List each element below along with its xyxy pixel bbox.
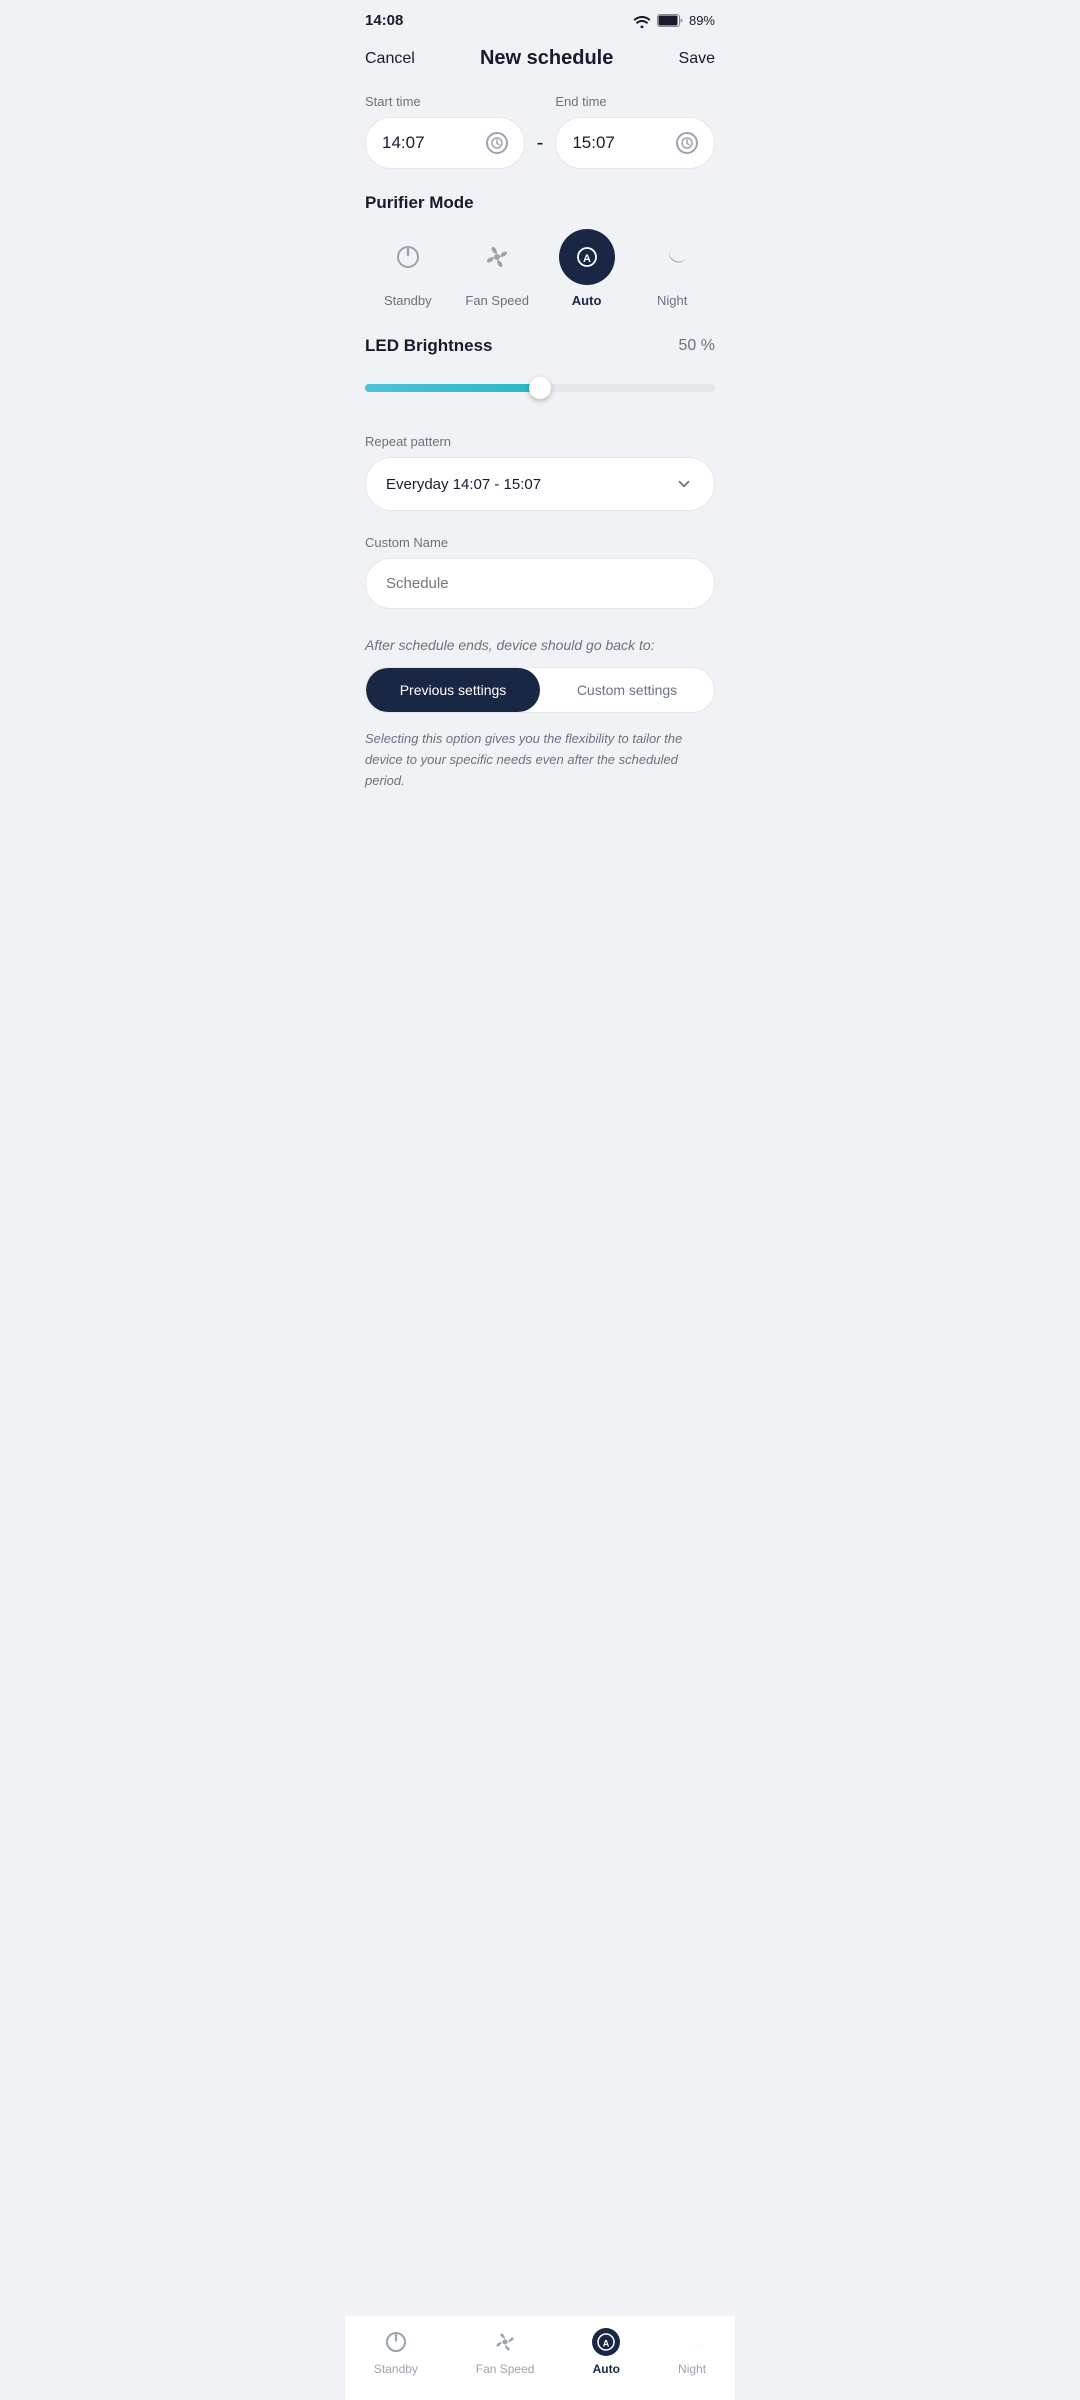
nav-standby[interactable]: Standby (374, 2328, 418, 2376)
mode-standby[interactable]: Standby (380, 229, 436, 308)
app-header: Cancel New schedule Save (345, 37, 735, 86)
brightness-value: 50 % (679, 337, 715, 355)
battery-icon (657, 14, 683, 27)
start-time-clock-icon (486, 132, 508, 154)
custom-name-input[interactable] (365, 558, 715, 609)
end-time-clock-icon (676, 132, 698, 154)
svg-text:A: A (603, 2339, 610, 2349)
end-time-input[interactable]: 15:07 (555, 117, 715, 169)
night-label: Night (657, 293, 687, 308)
nav-auto-label: Auto (593, 2362, 620, 2376)
night-icon-circle (644, 229, 700, 285)
nav-standby-icon (382, 2328, 410, 2356)
mode-row: Standby Fan Speed (365, 229, 715, 308)
end-time-label: End time (555, 94, 715, 109)
battery-percent: 89% (689, 13, 715, 28)
svg-text:A: A (583, 253, 591, 265)
mode-fan-speed[interactable]: Fan Speed (465, 229, 529, 308)
nav-fan-speed-label: Fan Speed (476, 2362, 535, 2376)
status-bar: 14:08 89% (345, 0, 735, 37)
end-time-block: End time 15:07 (555, 94, 715, 169)
nav-fan-speed[interactable]: Fan Speed (476, 2328, 535, 2376)
nav-night-label: Night (678, 2362, 706, 2376)
chevron-down-icon (674, 474, 694, 494)
mode-night[interactable]: Night (644, 229, 700, 308)
standby-label: Standby (384, 293, 432, 308)
nav-night[interactable]: Night (678, 2328, 706, 2376)
brightness-header: LED Brightness 50 % (365, 336, 715, 356)
main-content: Start time 14:07 - End time 15:07 (345, 86, 735, 911)
repeat-pattern-dropdown[interactable]: Everyday 14:07 - 15:07 (365, 457, 715, 511)
nav-fan-speed-icon (491, 2328, 519, 2356)
auto-icon-circle: A (559, 229, 615, 285)
brightness-title: LED Brightness (365, 336, 493, 356)
nav-auto[interactable]: A Auto (592, 2328, 620, 2376)
led-brightness-section: LED Brightness 50 % (365, 336, 715, 406)
end-time-value: 15:07 (572, 133, 615, 153)
save-button[interactable]: Save (679, 50, 715, 68)
status-icons: 89% (633, 13, 715, 28)
after-schedule-toggle: Previous settings Custom settings (365, 667, 715, 713)
nav-night-icon (678, 2328, 706, 2356)
purifier-mode-title: Purifier Mode (365, 193, 715, 213)
time-separator: - (537, 132, 544, 169)
fan-speed-label: Fan Speed (465, 293, 529, 308)
custom-name-section: Custom Name (365, 535, 715, 609)
cancel-button[interactable]: Cancel (365, 50, 415, 68)
fan-speed-icon-circle (469, 229, 525, 285)
repeat-pattern-section: Repeat pattern Everyday 14:07 - 15:07 (365, 434, 715, 511)
start-time-value: 14:07 (382, 133, 425, 153)
start-time-input[interactable]: 14:07 (365, 117, 525, 169)
nav-standby-label: Standby (374, 2362, 418, 2376)
after-schedule-section: After schedule ends, device should go ba… (365, 637, 715, 791)
bottom-nav: Standby Fan Speed A Auto Night (345, 2315, 735, 2400)
custom-name-label: Custom Name (365, 535, 715, 550)
after-schedule-label: After schedule ends, device should go ba… (365, 637, 715, 653)
standby-icon-circle (380, 229, 436, 285)
start-time-label: Start time (365, 94, 525, 109)
purifier-mode-section: Purifier Mode Standby (365, 193, 715, 308)
status-time: 14:08 (365, 12, 403, 29)
repeat-pattern-value: Everyday 14:07 - 15:07 (386, 476, 541, 493)
nav-auto-icon: A (592, 2328, 620, 2356)
after-schedule-description: Selecting this option gives you the flex… (365, 729, 715, 791)
mode-auto[interactable]: A Auto (559, 229, 615, 308)
repeat-pattern-label: Repeat pattern (365, 434, 715, 449)
brightness-slider-container[interactable] (365, 370, 715, 406)
page-title: New schedule (480, 47, 613, 70)
previous-settings-button[interactable]: Previous settings (366, 668, 540, 712)
time-section: Start time 14:07 - End time 15:07 (365, 94, 715, 169)
auto-label: Auto (572, 293, 602, 308)
custom-settings-button[interactable]: Custom settings (540, 668, 714, 712)
wifi-icon (633, 14, 651, 28)
start-time-block: Start time 14:07 (365, 94, 525, 169)
